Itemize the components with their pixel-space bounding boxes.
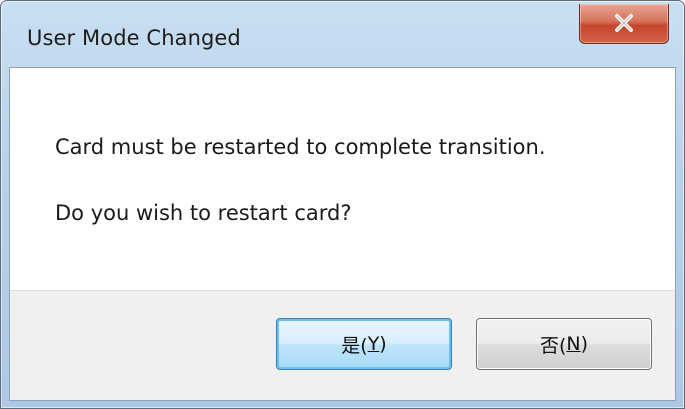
close-button[interactable] [579, 4, 669, 44]
message-line-1: Card must be restarted to complete trans… [55, 135, 546, 159]
dialog-client-area: Card must be restarted to complete trans… [9, 67, 676, 401]
no-label-prefix: 否( [539, 334, 567, 357]
no-button[interactable]: 否(N) [476, 318, 652, 370]
yes-button[interactable]: 是(Y) [276, 318, 452, 370]
close-x-icon [615, 14, 633, 32]
title-bar[interactable]: User Mode Changed [1, 1, 684, 67]
yes-accelerator-key: Y [367, 333, 380, 355]
yes-label-prefix: 是( [341, 334, 368, 357]
no-accelerator-key: N [566, 333, 581, 355]
no-label-suffix: ) [580, 333, 589, 355]
button-bar: 是(Y) 否(N) [10, 290, 675, 400]
message-area: Card must be restarted to complete trans… [10, 68, 675, 290]
yes-label-suffix: ) [379, 333, 387, 355]
dialog-window: User Mode Changed Card must be restarted… [0, 0, 685, 409]
message-line-2: Do you wish to restart card? [55, 201, 352, 225]
window-title: User Mode Changed [27, 26, 241, 50]
